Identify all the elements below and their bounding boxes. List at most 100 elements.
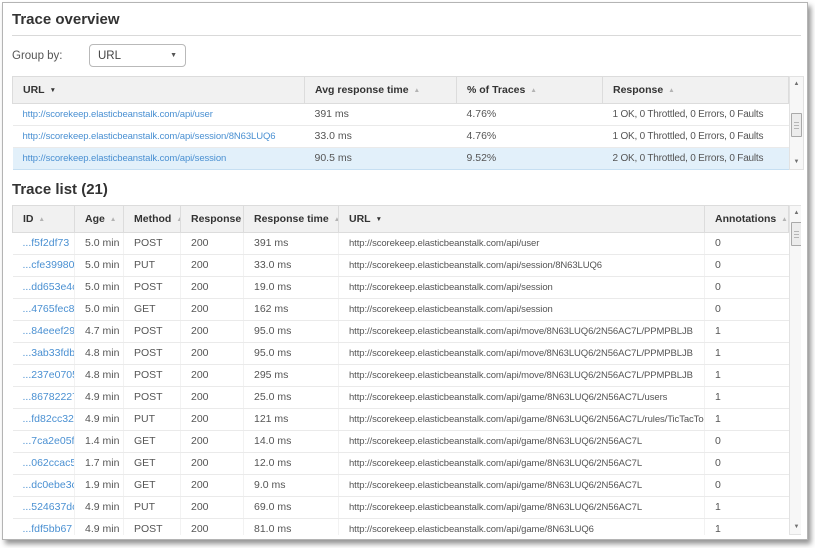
group-by-dropdown[interactable]: URL ▼	[89, 44, 186, 67]
trace-row[interactable]: ...84eeef294.7 minPOST20095.0 mshttp://s…	[13, 321, 789, 343]
trace-row[interactable]: ...4765fec85.0 minGET200162 mshttp://sco…	[13, 299, 789, 321]
trace-id-link[interactable]: ...86782227	[23, 391, 75, 403]
sort-asc-icon: ▲	[176, 216, 180, 223]
trace-list-vertical-scrollbar[interactable]: ▲ ▼	[789, 205, 801, 535]
response-time-cell: 69.0 ms	[244, 497, 339, 519]
trace-group-url-link[interactable]: http://scorekeep.elasticbeanstalk.com/ap…	[23, 109, 213, 120]
trace-id-cell: ...dc0ebe3c	[13, 475, 75, 497]
page-title: Trace overview	[12, 11, 801, 36]
response-time-cell: 19.0 ms	[244, 277, 339, 299]
scroll-up-arrow-icon[interactable]: ▲	[790, 77, 803, 91]
response-summary-cell-text: 1 OK, 0 Throttled, 0 Errors, 0 Faults	[613, 109, 764, 120]
scrollbar-thumb[interactable]	[791, 113, 802, 137]
column-label: URL	[349, 213, 371, 225]
trace-id-cell: ...fd82cc32	[13, 409, 75, 431]
trace-row[interactable]: ...062ccac51.7 minGET20012.0 mshttp://sc…	[13, 453, 789, 475]
trace-row[interactable]: ...dc0ebe3c1.9 minGET2009.0 mshttp://sco…	[13, 475, 789, 497]
trace-id-link[interactable]: ...cfe39980	[23, 259, 75, 271]
annotations-cell: 1	[705, 343, 789, 365]
trace-id-link[interactable]: ...fd82cc32	[23, 413, 74, 425]
column-header-url[interactable]: URL▼	[13, 77, 305, 104]
trace-id-link[interactable]: ...dd653e4c	[23, 281, 75, 293]
trace-id-link[interactable]: ...dc0ebe3c	[23, 479, 75, 491]
overview-row[interactable]: http://scorekeep.elasticbeanstalk.com/ap…	[13, 104, 789, 126]
annotations-cell: 0	[705, 453, 789, 475]
age-cell: 4.8 min	[75, 365, 124, 387]
trace-row[interactable]: ...3ab33fdb4.8 minPOST20095.0 mshttp://s…	[13, 343, 789, 365]
response-time-cell: 81.0 ms	[244, 519, 339, 536]
column-header-response-time[interactable]: Response time▲	[244, 206, 339, 233]
response-code-cell: 200	[181, 255, 244, 277]
trace-row[interactable]: ...cfe399805.0 minPUT20033.0 mshttp://sc…	[13, 255, 789, 277]
url-cell: http://scorekeep.elasticbeanstalk.com/ap…	[339, 343, 705, 365]
column-header-id[interactable]: ID▲	[13, 206, 75, 233]
url-cell-text: http://scorekeep.elasticbeanstalk.com/ap…	[349, 414, 705, 425]
trace-row[interactable]: ...f5f2df735.0 minPOST200391 mshttp://sc…	[13, 233, 789, 255]
trace-id-link[interactable]: ...524637dc	[23, 501, 75, 513]
trace-id-link[interactable]: ...f5f2df73	[23, 237, 70, 249]
column-header-response[interactable]: Response▲	[603, 77, 789, 104]
method-cell: POST	[124, 321, 181, 343]
response-code-cell: 200	[181, 277, 244, 299]
trace-id-link[interactable]: ...84eeef29	[23, 325, 75, 337]
response-code-cell: 200	[181, 387, 244, 409]
sort-asc-icon: ▲	[668, 87, 674, 94]
column-label: Method	[134, 213, 171, 225]
trace-id-link[interactable]: ...237e0705	[23, 369, 75, 381]
trace-list-title: Trace list (21)	[12, 181, 801, 198]
response-code-cell: 200	[181, 519, 244, 536]
annotations-cell: 0	[705, 233, 789, 255]
age-cell: 5.0 min	[75, 233, 124, 255]
trace-list-header-row: ID▲Age▲Method▲Response▲Response time▲URL…	[13, 206, 789, 233]
scroll-up-arrow-icon[interactable]: ▲	[790, 206, 801, 220]
column-header-url[interactable]: URL▼	[339, 206, 705, 233]
trace-id-link[interactable]: ...062ccac5	[23, 457, 75, 469]
response-code-cell: 200	[181, 299, 244, 321]
trace-row[interactable]: ...237e07054.8 minPOST200295 mshttp://sc…	[13, 365, 789, 387]
trace-row[interactable]: ...dd653e4c5.0 minPOST20019.0 mshttp://s…	[13, 277, 789, 299]
response-time-cell: 295 ms	[244, 365, 339, 387]
scroll-down-arrow-icon[interactable]: ▼	[790, 520, 801, 534]
column-label: Age	[85, 213, 105, 225]
trace-list-table: ID▲Age▲Method▲Response▲Response time▲URL…	[12, 205, 789, 535]
scroll-down-arrow-icon[interactable]: ▼	[790, 155, 803, 169]
trace-row[interactable]: ...524637dc4.9 minPUT20069.0 mshttp://sc…	[13, 497, 789, 519]
method-cell: POST	[124, 343, 181, 365]
sort-asc-icon: ▲	[39, 216, 45, 223]
trace-id-cell: ...84eeef29	[13, 321, 75, 343]
overview-row[interactable]: http://scorekeep.elasticbeanstalk.com/ap…	[13, 126, 789, 148]
trace-id-cell: ...7ca2e05f	[13, 431, 75, 453]
column-header-method[interactable]: Method ▲	[124, 206, 181, 233]
overview-table-area: URL▼Avg response time▲% of Traces▲Respon…	[12, 76, 801, 170]
trace-row[interactable]: ...fdf5bb674.9 minPOST20081.0 mshttp://s…	[13, 519, 789, 536]
trace-id-link[interactable]: ...4765fec8	[23, 303, 75, 315]
annotations-cell: 1	[705, 321, 789, 343]
column-header-age[interactable]: Age▲	[75, 206, 124, 233]
overview-table-body: http://scorekeep.elasticbeanstalk.com/ap…	[13, 104, 789, 170]
url-cell-text: http://scorekeep.elasticbeanstalk.com/ap…	[349, 260, 602, 271]
url-cell: http://scorekeep.elasticbeanstalk.com/ap…	[339, 277, 705, 299]
url-cell-text: http://scorekeep.elasticbeanstalk.com/ap…	[349, 304, 553, 315]
column-header-response[interactable]: Response▲	[181, 206, 244, 233]
trace-group-url-link[interactable]: http://scorekeep.elasticbeanstalk.com/ap…	[23, 131, 276, 142]
method-cell: GET	[124, 453, 181, 475]
trace-id-link[interactable]: ...fdf5bb67	[23, 523, 73, 535]
trace-row[interactable]: ...fd82cc324.9 minPUT200121 mshttp://sco…	[13, 409, 789, 431]
overview-vertical-scrollbar[interactable]: ▲ ▼	[789, 76, 804, 170]
scrollbar-thumb[interactable]	[791, 222, 801, 246]
column-label: % of Traces	[467, 84, 525, 96]
column-header-annotations[interactable]: Annotations▲	[705, 206, 789, 233]
age-cell: 5.0 min	[75, 277, 124, 299]
method-cell: POST	[124, 277, 181, 299]
overview-row[interactable]: http://scorekeep.elasticbeanstalk.com/ap…	[13, 148, 789, 170]
trace-group-url-link[interactable]: http://scorekeep.elasticbeanstalk.com/ap…	[23, 153, 227, 164]
column-header-avg-response-time[interactable]: Avg response time▲	[305, 77, 457, 104]
column-header--of-traces[interactable]: % of Traces▲	[457, 77, 603, 104]
trace-id-link[interactable]: ...3ab33fdb	[23, 347, 75, 359]
trace-row[interactable]: ...7ca2e05f1.4 minGET20014.0 mshttp://sc…	[13, 431, 789, 453]
url-cell-text: http://scorekeep.elasticbeanstalk.com/ap…	[349, 370, 693, 381]
trace-row[interactable]: ...867822274.9 minPOST20025.0 mshttp://s…	[13, 387, 789, 409]
trace-id-link[interactable]: ...7ca2e05f	[23, 435, 75, 447]
response-code-cell: 200	[181, 453, 244, 475]
method-cell: PUT	[124, 255, 181, 277]
